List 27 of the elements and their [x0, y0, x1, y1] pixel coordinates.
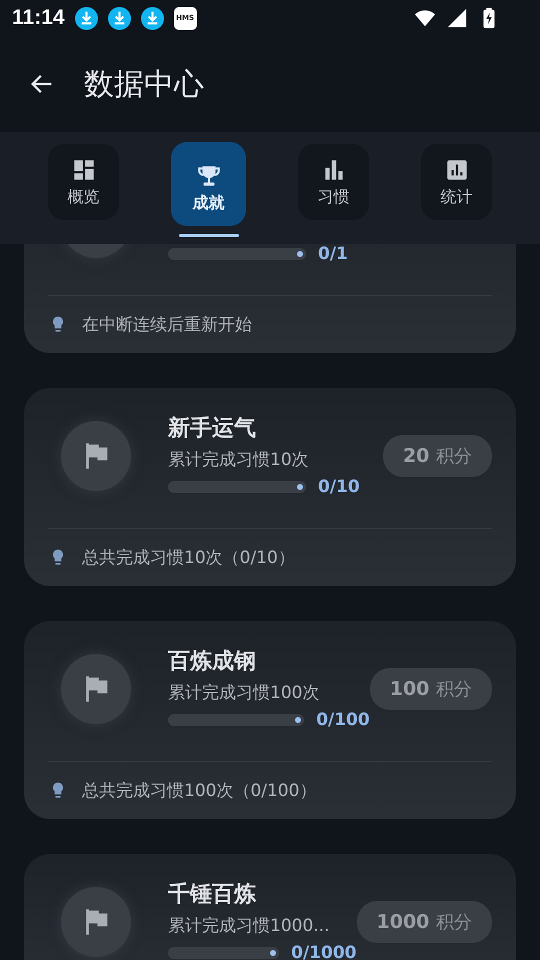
download-icon: [74, 6, 98, 30]
achievement-title: 百炼成钢: [168, 648, 257, 676]
achievement-description: 累计完成习惯1000...: [168, 915, 330, 938]
tab[interactable]: 成就: [171, 142, 246, 226]
hint-text: 总共完成习惯10次（0/10）: [82, 547, 295, 569]
points-badge: 100 积分: [370, 668, 492, 710]
tab-indicator: [178, 234, 238, 237]
achievement-description: 累计完成习惯100次: [168, 682, 320, 705]
achievement-title: 新手运气: [168, 415, 257, 443]
hint-text: 在中断连续后重新开始: [82, 314, 252, 336]
tab[interactable]: 概览: [48, 144, 119, 220]
progress-count: 0/1: [318, 244, 348, 264]
download-icon: [108, 6, 131, 30]
achievement-title: 千锤百炼: [168, 881, 258, 909]
points-badge: 1000 积分: [356, 901, 492, 943]
progress-count: 0/10: [318, 477, 360, 497]
progress-count: 0/100: [316, 710, 370, 730]
signal-icon: [446, 7, 468, 29]
clock-time: 11:14: [12, 6, 65, 30]
page-title: 数据中心: [84, 66, 204, 104]
points-badge: 20 积分: [382, 435, 492, 477]
progress-count: 0/1000: [291, 943, 356, 960]
hint-text: 总共完成习惯100次（0/100）: [82, 780, 316, 802]
achievement-description: 累计完成习惯10次: [168, 449, 310, 472]
tab[interactable]: 习惯: [298, 144, 369, 220]
download-icon: [140, 6, 164, 30]
tab[interactable]: 统计: [421, 144, 492, 220]
